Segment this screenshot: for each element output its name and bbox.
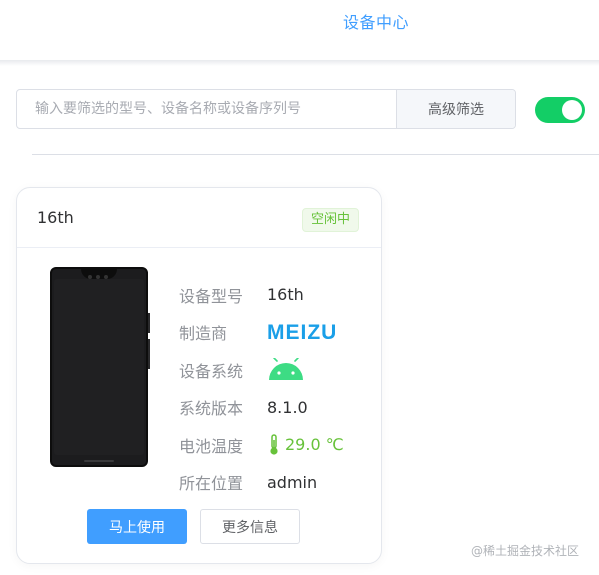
version-value: 8.1.0 — [267, 397, 308, 417]
info-row-version: 系统版本 8.1.0 — [179, 389, 357, 427]
header: 设备中心 — [0, 0, 599, 66]
device-card: 16th 空闲中 设备型号 16th 制造商 MEIZU 设备系统 系统版本 8… — [16, 187, 382, 564]
info-row-manufacturer: 制造商 MEIZU — [179, 314, 357, 352]
svg-text:MEIZU: MEIZU — [267, 321, 337, 343]
phone-power-button — [148, 339, 150, 369]
content-divider — [32, 154, 599, 155]
phone-camera-icon — [104, 275, 108, 279]
android-icon — [267, 357, 305, 382]
info-row-os: 设备系统 — [179, 351, 357, 389]
toggle-knob — [562, 100, 582, 120]
device-name: 16th — [37, 208, 74, 227]
device-card-header: 16th 空闲中 — [17, 188, 381, 248]
field-label: 系统版本 — [179, 399, 244, 419]
phone-home-bar — [84, 460, 114, 462]
filter-toggle[interactable] — [535, 97, 585, 123]
more-info-button[interactable]: 更多信息 — [200, 509, 300, 544]
field-label: 制造商 — [179, 324, 228, 344]
card-actions: 马上使用 更多信息 — [87, 509, 300, 544]
phone-screen — [54, 279, 144, 455]
model-value: 16th — [267, 285, 304, 305]
phone-volume-button — [148, 313, 150, 333]
status-badge: 空闲中 — [302, 208, 360, 232]
field-label: 所在位置 — [179, 474, 244, 494]
phone-camera-icon — [88, 275, 92, 279]
phone-image — [50, 267, 150, 467]
watermark: @稀土掘金技术社区 — [471, 544, 580, 558]
location-value: admin — [267, 472, 318, 492]
info-row-temperature: 电池温度 29.0 ℃ — [179, 426, 357, 464]
advanced-filter-button[interactable]: 高级筛选 — [396, 90, 515, 128]
info-row-location: 所在位置 admin — [179, 464, 357, 502]
search-bar: 高级筛选 — [16, 89, 516, 129]
header-divider — [0, 60, 599, 66]
temperature-text: 29.0 ℃ — [285, 435, 344, 455]
meizu-logo-icon: MEIZU — [267, 321, 337, 343]
device-info: 设备型号 16th 制造商 MEIZU 设备系统 系统版本 8.1.0 电池温度… — [179, 276, 357, 501]
field-label: 电池温度 — [179, 436, 244, 456]
temperature-value: 29.0 ℃ — [267, 434, 344, 456]
use-now-button[interactable]: 马上使用 — [87, 509, 187, 544]
field-label: 设备型号 — [179, 286, 244, 306]
field-label: 设备系统 — [179, 361, 244, 381]
meizu-logo: MEIZU — [267, 321, 357, 343]
search-input[interactable] — [17, 90, 396, 128]
phone-camera-icon — [96, 275, 100, 279]
info-row-model: 设备型号 16th — [179, 276, 357, 314]
page-title: 设备中心 — [343, 13, 410, 32]
thermometer-icon — [270, 434, 278, 455]
